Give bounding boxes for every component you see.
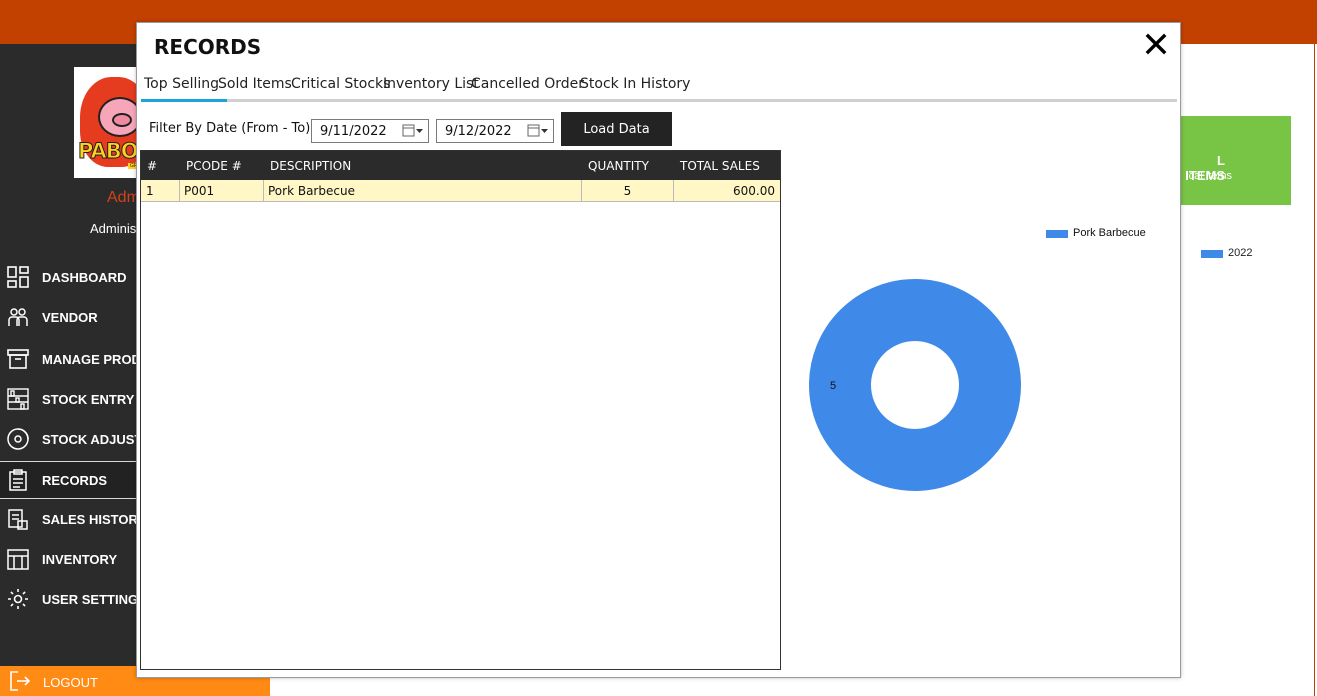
sidebar-item-stock-adjustment[interactable]: STOCK ADJUSTI xyxy=(0,420,146,458)
column-header-total-sales[interactable]: TOTAL SALES xyxy=(680,159,760,173)
load-data-button[interactable]: Load Data xyxy=(561,112,672,146)
column-header-number[interactable]: # xyxy=(147,159,157,173)
clipboard-icon xyxy=(9,469,27,491)
date-to-value: 9/12/2022 xyxy=(445,124,512,139)
column-header-quantity[interactable]: QUANTITY xyxy=(588,159,649,173)
cell-quantity: 5 xyxy=(582,180,674,202)
cell-number: 1 xyxy=(141,180,180,202)
shelves-icon xyxy=(7,388,29,410)
sidebar-item-vendor[interactable]: VENDOR xyxy=(0,298,140,336)
gear-icon xyxy=(8,589,28,609)
sidebar-item-records[interactable]: RECORDS xyxy=(0,461,136,499)
legend-swatch xyxy=(1201,250,1223,258)
sidebar-item-label: VENDOR xyxy=(42,309,98,325)
cell-pcode: P001 xyxy=(180,180,264,202)
pie-slice xyxy=(809,279,1021,491)
date-from-value: 9/11/2022 xyxy=(320,124,387,139)
tab-cancelled-order[interactable]: Cancelled Order xyxy=(471,76,584,92)
store-icon xyxy=(7,549,29,570)
receipt-icon xyxy=(8,509,28,530)
calendar-dropdown-icon xyxy=(527,124,548,137)
cell-description: Pork Barbecue xyxy=(264,180,582,202)
filter-by-date-label: Filter By Date (From - To) xyxy=(149,121,311,136)
sidebar-item-manage-products[interactable]: MANAGE PROD xyxy=(0,340,141,378)
table-header: # PCODE # DESCRIPTION QUANTITY TOTAL SAL… xyxy=(141,151,780,180)
top-selling-table: # PCODE # DESCRIPTION QUANTITY TOTAL SAL… xyxy=(140,150,781,670)
date-to-picker[interactable]: 9/12/2022 xyxy=(436,119,554,143)
sidebar-item-label: INVENTORY xyxy=(42,551,118,567)
tab-critical-stocks[interactable]: Critical Stocks xyxy=(291,76,390,92)
sidebar-item-stock-entry[interactable]: STOCK ENTRY xyxy=(0,380,140,418)
users-icon xyxy=(8,308,28,326)
user-role: Adminis xyxy=(90,221,137,236)
sidebar-item-label: RECORDS xyxy=(42,472,108,488)
logout-label: LOGOUT xyxy=(43,675,98,690)
calendar-dropdown-icon xyxy=(402,124,423,137)
sidebar-item-label: STOCK ENTRY xyxy=(42,391,135,407)
dashboard-icon xyxy=(7,266,29,288)
logout-icon xyxy=(10,671,31,691)
column-header-description[interactable]: DESCRIPTION xyxy=(270,159,351,173)
tab-top-selling[interactable]: Top Selling xyxy=(140,76,228,102)
close-button[interactable] xyxy=(1143,31,1169,57)
sidebar-item-label: USER SETTINGS xyxy=(42,591,147,607)
table-row[interactable]: 1 P001 Pork Barbecue 5 600.00 xyxy=(141,180,780,202)
date-from-picker[interactable]: 9/11/2022 xyxy=(311,119,429,143)
records-dialog: RECORDS Top Selling Sold Items Critical … xyxy=(136,22,1181,678)
tab-stock-in-history[interactable]: Stock In History xyxy=(580,76,690,92)
sidebar-item-label: MANAGE PROD xyxy=(42,351,141,367)
card-subtitle: cal items xyxy=(1188,170,1232,182)
records-tabs: Top Selling Sold Items Critical Stocks I… xyxy=(140,73,1177,102)
sidebar-item-label: STOCK ADJUSTI xyxy=(42,431,147,447)
tab-sold-items[interactable]: Sold Items xyxy=(218,76,292,92)
sidebar-item-user-settings[interactable]: USER SETTINGS xyxy=(0,580,147,618)
tab-inventory-list[interactable]: Inventory List xyxy=(383,76,479,92)
user-name: Adm xyxy=(107,189,140,206)
chart-legend-swatch xyxy=(1046,230,1068,238)
sidebar-item-label: SALES HISTORY xyxy=(42,511,147,527)
archive-box-icon xyxy=(7,349,29,369)
data-label: 5 xyxy=(830,380,836,392)
disc-icon xyxy=(7,428,29,450)
close-icon xyxy=(1145,33,1167,55)
chart-legend-label: Pork Barbecue xyxy=(1073,227,1146,239)
sidebar-item-dashboard[interactable]: DASHBOARD xyxy=(0,258,140,296)
window-border xyxy=(1314,44,1315,696)
sidebar-item-label: DASHBOARD xyxy=(42,269,127,285)
legend-label: 2022 xyxy=(1228,247,1253,259)
top-selling-donut-chart: 5 xyxy=(809,279,1021,491)
sidebar-item-sales-history[interactable]: SALES HISTORY xyxy=(0,500,146,538)
sidebar-item-inventory[interactable]: INVENTORY xyxy=(0,540,140,578)
dialog-title: RECORDS xyxy=(154,35,262,59)
column-header-pcode[interactable]: PCODE # xyxy=(186,159,242,173)
cell-total-sales: 600.00 xyxy=(733,184,775,198)
